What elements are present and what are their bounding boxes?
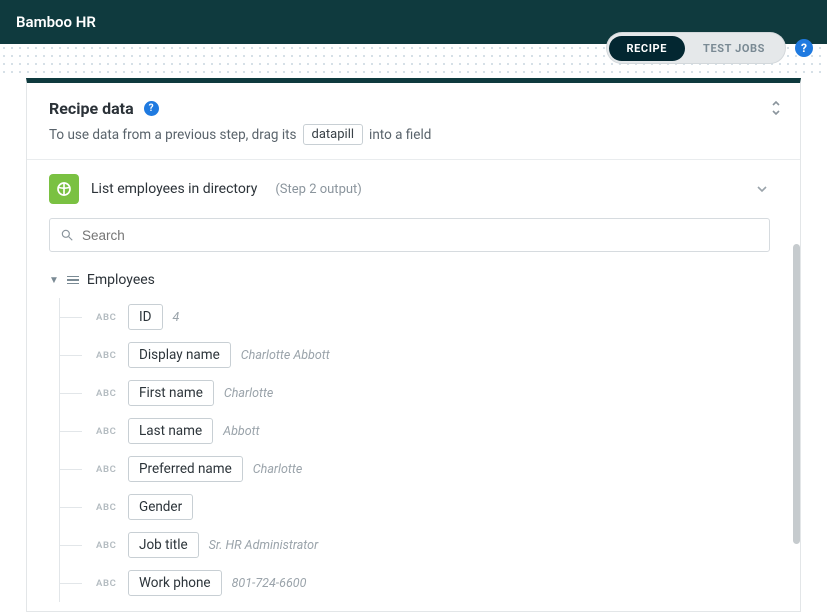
search-icon: [60, 228, 74, 242]
datapill-chip: datapill: [303, 124, 364, 145]
panel-sub-post: into a field: [369, 127, 431, 143]
field-sample-value: Charlotte Abbott: [241, 348, 330, 363]
decorative-band: RECIPE TEST JOBS ?: [0, 44, 827, 78]
panel-subtitle: To use data from a previous step, drag i…: [49, 124, 778, 145]
datapill[interactable]: Last name: [128, 418, 213, 444]
tab-test-jobs[interactable]: TEST JOBS: [685, 36, 783, 61]
tab-recipe[interactable]: RECIPE: [609, 36, 686, 61]
field-row: ABC First name Charlotte: [96, 374, 778, 412]
field-type-label: ABC: [96, 540, 118, 551]
caret-down-icon: ▼: [49, 275, 59, 286]
step-label: List employees in directory: [91, 181, 257, 197]
chevron-down-icon[interactable]: [756, 182, 778, 197]
panel-title: Recipe data: [49, 99, 134, 118]
field-row: ABC Last name Abbott: [96, 412, 778, 450]
view-switch: RECIPE TEST JOBS: [607, 33, 786, 63]
field-type-label: ABC: [96, 464, 118, 475]
tree-root-employees[interactable]: ▼ Employees: [49, 268, 778, 292]
panel-header: Recipe data ? To use data from a previou…: [27, 83, 800, 160]
list-icon: [67, 276, 79, 285]
field-row: ABC Preferred name Charlotte: [96, 450, 778, 488]
field-row: ABC Job title Sr. HR Administrator: [96, 526, 778, 564]
field-type-label: ABC: [96, 426, 118, 437]
field-sample-value: Charlotte: [253, 462, 303, 477]
bamboo-connector-icon: [49, 174, 79, 204]
field-row: ABC Gender: [96, 488, 778, 526]
field-type-label: ABC: [96, 312, 118, 323]
search-input-wrap[interactable]: [49, 218, 770, 252]
datapill[interactable]: ID: [128, 304, 163, 330]
field-sample-value: Abbott: [223, 424, 259, 439]
expand-collapse-icon[interactable]: [770, 101, 782, 119]
panel-body: List employees in directory (Step 2 outp…: [27, 160, 800, 611]
tree-root-label: Employees: [87, 272, 155, 288]
datapill[interactable]: Display name: [128, 342, 231, 368]
field-row: ABC Display name Charlotte Abbott: [96, 336, 778, 374]
datapill[interactable]: First name: [128, 380, 214, 406]
field-type-label: ABC: [96, 388, 118, 399]
app-title: Bamboo HR: [16, 13, 96, 31]
panel-sub-pre: To use data from a previous step, drag i…: [49, 127, 297, 143]
field-sample-value: 4: [173, 310, 180, 325]
field-sample-value: Sr. HR Administrator: [209, 538, 319, 553]
data-tree: ▼ Employees ABC ID 4 ABC Display name Charlot…: [27, 262, 800, 611]
field-type-label: ABC: [96, 350, 118, 361]
field-sample-value: 801-724-6600: [232, 576, 307, 591]
info-icon[interactable]: ?: [144, 101, 159, 116]
datapill[interactable]: Work phone: [128, 570, 222, 596]
recipe-data-panel: Recipe data ? To use data from a previou…: [26, 78, 801, 612]
step-row[interactable]: List employees in directory (Step 2 outp…: [27, 160, 800, 214]
scrollbar[interactable]: [793, 244, 800, 544]
field-row: ABC Work phone 801-724-6600: [96, 564, 778, 602]
field-row: ABC ID 4: [96, 298, 778, 336]
datapill[interactable]: Gender: [128, 494, 193, 520]
field-sample-value: Charlotte: [224, 386, 274, 401]
field-type-label: ABC: [96, 578, 118, 589]
datapill[interactable]: Preferred name: [128, 456, 243, 482]
datapill[interactable]: Job title: [128, 532, 199, 558]
search-input[interactable]: [82, 228, 759, 243]
help-icon[interactable]: ?: [795, 39, 813, 57]
field-type-label: ABC: [96, 502, 118, 513]
step-output-tag: (Step 2 output): [275, 182, 361, 197]
tree-children: ABCID4ABCDisplay nameCharlotte AbbottABC…: [59, 298, 778, 602]
